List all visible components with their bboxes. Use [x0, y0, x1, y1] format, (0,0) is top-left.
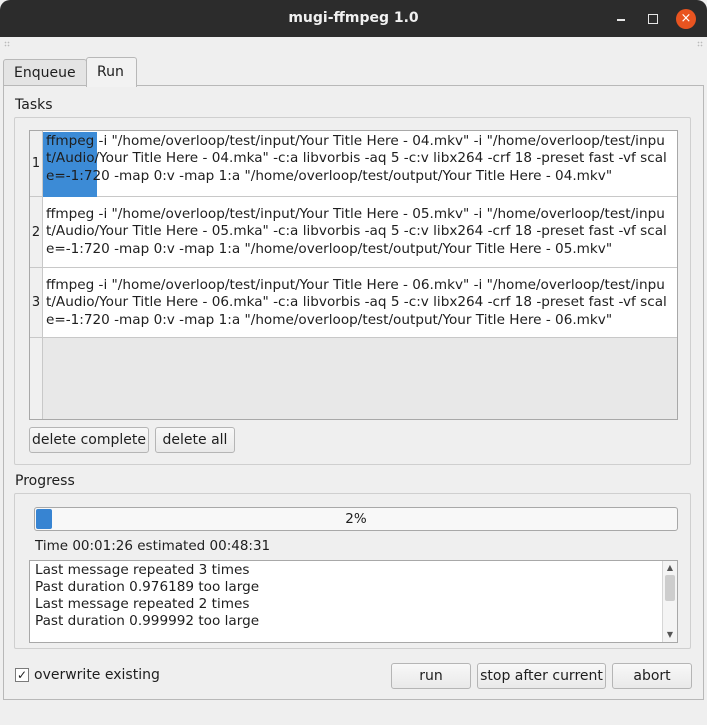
task-command-text: -i "/home/overloop/test/input/Your Title…: [46, 277, 667, 328]
row-number: 3: [30, 268, 43, 337]
selected-text: ffmpeg: [46, 133, 95, 149]
delete-complete-button[interactable]: delete complete: [29, 427, 149, 453]
window-title: mugi-ffmpeg 1.0: [288, 10, 419, 26]
row-number: 2: [30, 197, 43, 267]
toolbar-grip: [0, 37, 707, 52]
progress-text: 2%: [345, 511, 367, 527]
time-estimate: Time 00:01:26 estimated 00:48:31: [35, 538, 271, 554]
task-command-word: ffmpeg: [46, 277, 95, 293]
task-command-text: -i "/home/overloop/test/input/Your Title…: [46, 133, 667, 184]
scroll-up-icon[interactable]: ▲: [663, 562, 677, 574]
tab-run[interactable]: Run: [86, 57, 137, 87]
stop-after-current-button[interactable]: stop after current: [477, 663, 606, 689]
row-number: 1: [30, 131, 43, 196]
minimize-icon[interactable]: [612, 9, 632, 29]
task-command-word: ffmpeg: [46, 206, 95, 222]
log-output[interactable]: Last message repeated 3 times Past durat…: [29, 560, 678, 643]
task-command-text: -i "/home/overloop/test/input/Your Title…: [46, 206, 667, 257]
task-command[interactable]: ffmpeg -i "/home/overloop/test/input/You…: [46, 277, 671, 329]
run-button[interactable]: run: [391, 663, 471, 689]
maximize-icon[interactable]: [643, 9, 663, 29]
task-row[interactable]: 1 ffmpeg -i "/home/overloop/test/input/Y…: [30, 131, 677, 197]
log-line: Last message repeated 2 times: [35, 596, 250, 612]
overwrite-label: overwrite existing: [34, 667, 160, 683]
progress-group-label: Progress: [15, 473, 75, 489]
task-command[interactable]: ffmpeg -i "/home/overloop/test/input/You…: [46, 133, 671, 185]
scroll-down-icon[interactable]: ▼: [663, 629, 677, 641]
title-bar: mugi-ffmpeg 1.0 ×: [0, 0, 707, 37]
log-line: Last message repeated 3 times: [35, 562, 250, 578]
tasks-group-label: Tasks: [15, 97, 53, 113]
delete-all-button[interactable]: delete all: [155, 427, 235, 453]
log-line: Past duration 0.976189 too large: [35, 579, 260, 595]
scroll-thumb[interactable]: [665, 575, 675, 601]
log-line: Past duration 0.999992 too large: [35, 613, 260, 629]
overwrite-checkbox[interactable]: ✓: [15, 668, 29, 682]
task-row[interactable]: 3 ffmpeg -i "/home/overloop/test/input/Y…: [30, 268, 677, 338]
abort-button[interactable]: abort: [612, 663, 692, 689]
tab-enqueue[interactable]: Enqueue: [3, 59, 87, 86]
log-lines: Last message repeated 3 times Past durat…: [35, 562, 259, 630]
task-list[interactable]: 1 ffmpeg -i "/home/overloop/test/input/Y…: [29, 130, 678, 420]
close-icon[interactable]: ×: [676, 9, 696, 29]
progress-bar: 2%: [34, 507, 678, 531]
log-scrollbar[interactable]: ▲ ▼: [662, 561, 677, 642]
task-row[interactable]: 2 ffmpeg -i "/home/overloop/test/input/Y…: [30, 197, 677, 268]
task-command[interactable]: ffmpeg -i "/home/overloop/test/input/You…: [46, 206, 671, 258]
